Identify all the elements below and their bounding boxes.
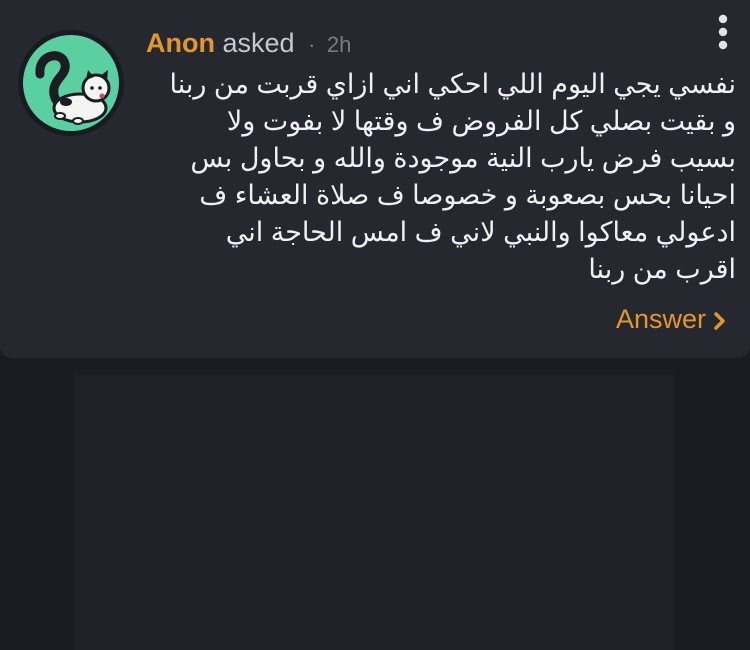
separator-dot: · [308, 32, 316, 57]
question-line: ادعولي معاكوا والنبي لاني ف امس الحاجة ا… [225, 217, 736, 247]
question-line: و بقيت بصلي كل الفروض ف وقتها لا بفوت ول… [226, 106, 736, 136]
answer-button[interactable]: Answer [616, 302, 726, 338]
question-line: نفسي يجي اليوم اللي احكي اني ازاي قربت م… [169, 69, 736, 99]
chevron-right-icon [714, 304, 726, 338]
action-label: asked [222, 28, 295, 58]
answer-label: Answer [615, 304, 706, 334]
question-line: اقرب من ربنا [588, 254, 736, 284]
author-name[interactable]: Anon [146, 28, 215, 58]
question-text: نفسي يجي اليوم اللي احكي اني ازاي قربت م… [150, 66, 736, 288]
question-header: Anon asked · 2h [146, 26, 351, 62]
content-placeholder [74, 374, 674, 650]
more-vertical-icon [718, 14, 728, 50]
more-options-button[interactable] [711, 14, 735, 52]
avatar[interactable] [18, 30, 124, 136]
question-card: Anon asked · 2h نفسي يجي اليوم اللي احكي… [0, 0, 750, 358]
timestamp: 2h [326, 32, 352, 57]
question-line: احيانا بحس بصعوبة و خصوصا ف صلاة العشاء … [199, 180, 736, 210]
question-line: بسيب فرض يارب النية موجودة والله و بحاول… [190, 143, 736, 173]
question-mark-cat-icon [23, 35, 119, 131]
